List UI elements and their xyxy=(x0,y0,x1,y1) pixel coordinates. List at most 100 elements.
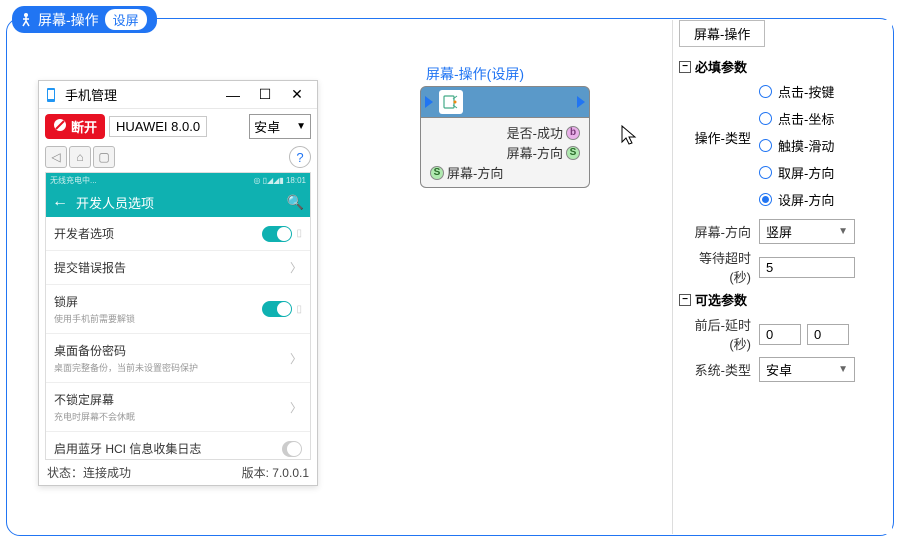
row-label: 不锁定屏幕 充电时屏幕不会休眠 xyxy=(54,391,290,423)
version-label: 版本: xyxy=(242,466,273,480)
radio-icon xyxy=(759,112,772,125)
input-pin-string[interactable]: S xyxy=(430,166,444,180)
node-input-exec-pin[interactable] xyxy=(425,96,433,108)
toggle-switch[interactable] xyxy=(262,301,292,317)
chevron-right-icon: 〉 xyxy=(290,259,302,276)
required-section-header[interactable]: − 必填参数 xyxy=(679,57,892,76)
section-title: 必填参数 xyxy=(695,57,747,76)
optional-section-header[interactable]: − 可选参数 xyxy=(679,290,892,309)
node-title: 屏幕-操作(设屏) xyxy=(420,64,590,84)
radio-icon xyxy=(759,193,772,206)
input-label: 屏幕-方向 xyxy=(447,163,503,182)
settings-row[interactable]: 桌面备份密码 桌面完整备份，当前未设置密码保护 〉 xyxy=(46,334,310,383)
delay-row: 前后-延时(秒) 0 0 xyxy=(679,315,892,353)
disconnect-button[interactable]: 断开 xyxy=(45,114,105,139)
settings-row[interactable]: 提交错误报告 〉 xyxy=(46,251,310,285)
settings-row[interactable]: 锁屏 使用手机前需要解锁 ▯ xyxy=(46,285,310,334)
node-output-row: 屏幕-方向 S xyxy=(427,143,583,162)
toggle-switch[interactable] xyxy=(262,226,292,242)
wait-timeout-input[interactable]: 5 xyxy=(759,257,855,278)
nav-home-button[interactable]: ⌂ xyxy=(69,146,91,168)
delay-before-input[interactable]: 0 xyxy=(759,324,801,345)
status-label: 状态： xyxy=(47,466,83,480)
radio-option-touch-swipe[interactable]: 触摸-滑动 xyxy=(759,136,834,155)
settings-row[interactable]: 不锁定屏幕 充电时屏幕不会休眠 〉 xyxy=(46,383,310,432)
minimize-button[interactable]: — xyxy=(217,84,249,106)
node-icon xyxy=(439,90,463,114)
phone-toolbar: 断开 HUAWEI 8.0.0 安卓 ▼ xyxy=(39,109,317,144)
android-app-header: ← 开发人员选项 🔍 xyxy=(46,187,310,217)
stop-icon xyxy=(53,118,67,135)
screen-dir-select[interactable]: 竖屏 ▼ xyxy=(759,219,855,244)
workflow-node[interactable]: 屏幕-操作(设屏) 是否-成功 b 屏幕-方向 S S 屏幕-方向 xyxy=(420,64,590,188)
device-label: HUAWEI 8.0.0 xyxy=(109,116,207,137)
system-type-select[interactable]: 安卓 ▼ xyxy=(759,357,855,382)
row-label: 桌面备份密码 桌面完整备份，当前未设置密码保护 xyxy=(54,342,290,374)
caret-down-icon: ▼ xyxy=(296,121,306,132)
phone-manager-window: 手机管理 — ☐ ✕ 断开 HUAWEI 8.0.0 安卓 ▼ ◁ ⌂ ▢ ? … xyxy=(38,80,318,486)
settings-row[interactable]: 启用蓝牙 HCI 信息收集日志 xyxy=(46,432,310,459)
section-title: 可选参数 xyxy=(695,290,747,309)
android-screen-title: 开发人员选项 xyxy=(76,193,287,212)
wait-timeout-row: 等待超时(秒) 5 xyxy=(679,248,892,286)
screen-dir-label: 屏幕-方向 xyxy=(679,222,759,241)
radio-option-click-key[interactable]: 点击-按键 xyxy=(759,82,834,101)
header-pill: 设屏 xyxy=(105,9,147,30)
android-back-icon[interactable]: ← xyxy=(52,193,68,211)
node-body: 是否-成功 b 屏幕-方向 S S 屏幕-方向 xyxy=(420,118,590,188)
phone-status-bar: 状态：连接成功 版本: 7.0.0.1 xyxy=(39,460,317,485)
disconnect-label: 断开 xyxy=(71,117,97,136)
radio-option-click-coord[interactable]: 点击-坐标 xyxy=(759,109,834,128)
header-title: 屏幕-操作 xyxy=(38,10,99,30)
caret-down-icon: ▼ xyxy=(838,226,848,237)
statusbar-left: 无线充电中... xyxy=(50,175,97,186)
output-label: 是否-成功 xyxy=(507,123,563,142)
delay-label: 前后-延时(秒) xyxy=(679,315,759,353)
nav-recent-button[interactable]: ▢ xyxy=(93,146,115,168)
phone-titlebar[interactable]: 手机管理 — ☐ ✕ xyxy=(39,81,317,109)
scroll-hint-icon: ▯ xyxy=(296,228,302,239)
os-select[interactable]: 安卓 ▼ xyxy=(249,114,311,139)
caret-down-icon: ▼ xyxy=(838,364,848,375)
toggle-switch[interactable] xyxy=(282,441,302,457)
radio-icon xyxy=(759,166,772,179)
radio-option-get-orientation[interactable]: 取屏-方向 xyxy=(759,163,834,182)
row-label: 锁屏 使用手机前需要解锁 xyxy=(54,293,262,325)
row-label: 提交错误报告 xyxy=(54,259,290,276)
collapse-icon[interactable]: − xyxy=(679,294,691,306)
system-type-row: 系统-类型 安卓 ▼ xyxy=(679,357,892,382)
screen-direction-row: 屏幕-方向 竖屏 ▼ xyxy=(679,219,892,244)
phone-screen: 无线充电中... ◎ ▯◢◢▮ 18:01 ← 开发人员选项 🔍 开发者选项 ▯… xyxy=(45,172,311,460)
settings-list[interactable]: 开发者选项 ▯ 提交错误报告 〉 锁屏 使用手机前需要解锁 ▯ 桌面备份密码 桌… xyxy=(46,217,310,459)
row-label: 开发者选项 xyxy=(54,225,262,242)
mouse-cursor-icon xyxy=(620,124,640,153)
delay-after-input[interactable]: 0 xyxy=(807,324,849,345)
android-search-icon[interactable]: 🔍 xyxy=(287,194,304,211)
close-button[interactable]: ✕ xyxy=(281,84,313,106)
node-output-exec-pin[interactable] xyxy=(577,96,585,108)
radio-option-set-orientation[interactable]: 设屏-方向 xyxy=(759,190,834,209)
settings-row[interactable]: 开发者选项 ▯ xyxy=(46,217,310,251)
operation-type-label: 操作-类型 xyxy=(679,82,759,209)
collapse-icon[interactable]: − xyxy=(679,61,691,73)
android-statusbar: 无线充电中... ◎ ▯◢◢▮ 18:01 xyxy=(46,173,310,187)
walker-icon xyxy=(18,12,34,28)
phone-app-icon xyxy=(43,87,59,103)
maximize-button[interactable]: ☐ xyxy=(249,84,281,106)
output-label: 屏幕-方向 xyxy=(507,143,563,162)
os-selected: 安卓 xyxy=(254,117,280,136)
wait-timeout-label: 等待超时(秒) xyxy=(679,248,759,286)
row-label: 启用蓝牙 HCI 信息收集日志 xyxy=(54,440,282,457)
nav-back-button[interactable]: ◁ xyxy=(45,146,67,168)
status-value: 连接成功 xyxy=(83,466,131,480)
chevron-right-icon: 〉 xyxy=(290,399,302,416)
system-type-label: 系统-类型 xyxy=(679,360,759,379)
chevron-right-icon: 〉 xyxy=(290,350,302,367)
node-header[interactable] xyxy=(420,86,590,118)
help-button[interactable]: ? xyxy=(289,146,311,168)
output-pin-string[interactable]: S xyxy=(566,146,580,160)
properties-panel: 屏幕-操作 − 必填参数 操作-类型 点击-按键 点击-坐标 触摸-滑动 取屏-… xyxy=(672,20,892,534)
output-pin-bool[interactable]: b xyxy=(566,126,580,140)
node-input-row: S 屏幕-方向 xyxy=(427,163,583,182)
properties-tab[interactable]: 屏幕-操作 xyxy=(679,20,765,47)
